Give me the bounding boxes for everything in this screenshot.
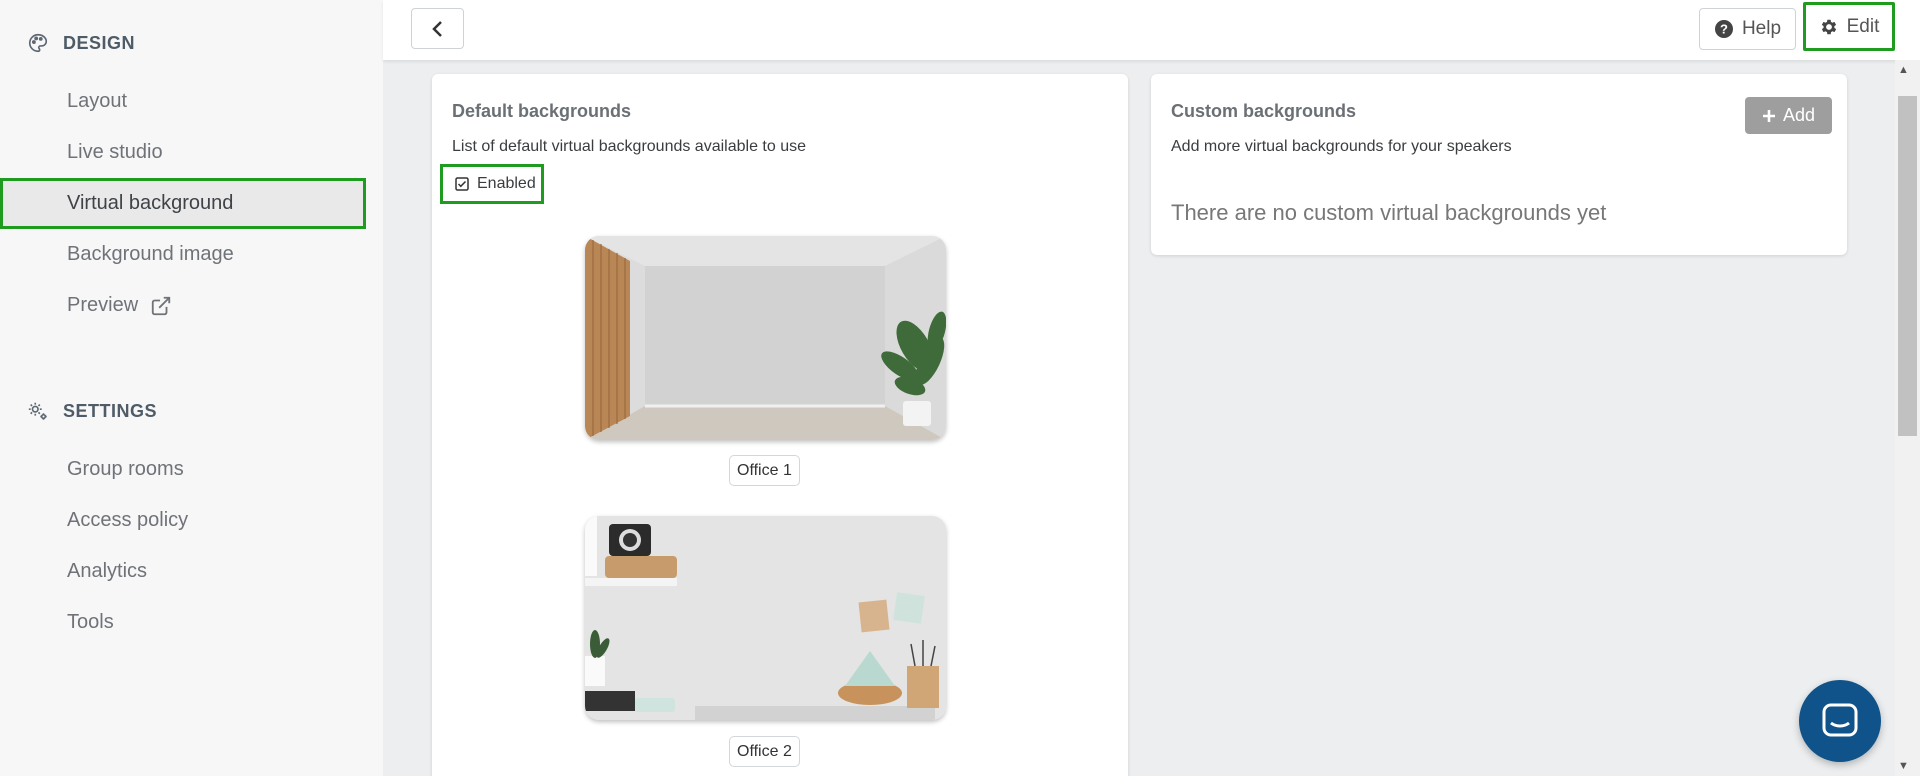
gear-icon bbox=[1821, 19, 1836, 34]
custom-backgrounds-empty-state: There are no custom virtual backgrounds … bbox=[1171, 200, 1607, 225]
external-link-icon bbox=[151, 296, 171, 315]
sidebar-item-live-studio[interactable]: Live studio bbox=[0, 127, 366, 178]
office-1-thumbnail[interactable] bbox=[585, 236, 946, 440]
sidebar-item-label: Analytics bbox=[67, 560, 148, 582]
plus-icon bbox=[1762, 109, 1775, 122]
custom-backgrounds-card: Custom backgrounds Add Add more virtual … bbox=[1151, 74, 1847, 255]
custom-backgrounds-title: Custom backgrounds bbox=[1171, 101, 1357, 121]
office-1-image bbox=[585, 236, 946, 440]
sidebar-item-label: Preview bbox=[67, 294, 139, 316]
top-bar: ? Help Edit bbox=[383, 0, 1920, 60]
enabled-checkbox-label: Enabled bbox=[477, 175, 536, 192]
chevron-left-icon bbox=[431, 20, 442, 37]
enabled-checkbox[interactable]: Enabled bbox=[440, 164, 544, 204]
add-custom-background-button[interactable]: Add bbox=[1745, 97, 1832, 134]
sidebar-item-label: Background image bbox=[67, 243, 234, 265]
office-2-thumbnail[interactable] bbox=[585, 516, 946, 720]
design-section-heading: DESIGN bbox=[27, 32, 135, 54]
scroll-down-arrow-icon[interactable]: ▼ bbox=[1898, 760, 1909, 772]
help-button[interactable]: ? Help bbox=[1699, 8, 1796, 50]
back-button[interactable] bbox=[411, 8, 464, 49]
sidebar-item-preview[interactable]: Preview bbox=[0, 280, 366, 331]
default-backgrounds-description: List of default virtual backgrounds avai… bbox=[452, 138, 806, 155]
sidebar-item-access-policy[interactable]: Access policy bbox=[0, 495, 366, 546]
design-heading-label: DESIGN bbox=[63, 32, 136, 53]
office-2-image bbox=[585, 516, 946, 720]
sidebar-item-label: Access policy bbox=[67, 509, 189, 531]
edit-button[interactable]: Edit bbox=[1803, 2, 1895, 51]
office-1-label: Office 1 bbox=[729, 455, 800, 486]
sidebar-item-label: Group rooms bbox=[67, 458, 184, 480]
scrollbar-thumb[interactable] bbox=[1898, 96, 1917, 436]
settings-heading-label: SETTINGS bbox=[63, 400, 158, 421]
chat-icon bbox=[1822, 703, 1858, 737]
sidebar-item-label: Virtual background bbox=[67, 192, 234, 214]
office-2-label: Office 2 bbox=[729, 736, 800, 767]
sidebar-item-group-rooms[interactable]: Group rooms bbox=[0, 444, 366, 495]
default-backgrounds-title: Default backgrounds bbox=[452, 101, 632, 121]
default-backgrounds-card: Default backgrounds List of default virt… bbox=[432, 74, 1128, 776]
settings-gears-icon bbox=[28, 402, 47, 420]
settings-section-heading: SETTINGS bbox=[27, 400, 157, 422]
edit-button-label: Edit bbox=[1846, 15, 1880, 37]
help-circle-icon: ? bbox=[1714, 20, 1733, 38]
custom-backgrounds-description: Add more virtual backgrounds for your sp… bbox=[1171, 138, 1512, 155]
sidebar-item-label: Tools bbox=[67, 611, 114, 633]
sidebar-item-layout[interactable]: Layout bbox=[0, 76, 366, 127]
chat-launcher-button[interactable] bbox=[1799, 680, 1881, 762]
add-button-label: Add bbox=[1782, 105, 1816, 125]
help-button-label: Help bbox=[1741, 18, 1782, 39]
sidebar-item-virtual-background[interactable]: Virtual background bbox=[0, 178, 366, 229]
scroll-up-arrow-icon[interactable]: ▲ bbox=[1898, 64, 1909, 76]
svg-text:?: ? bbox=[1720, 22, 1728, 37]
sidebar: DESIGN Layout Live studio Virtual backgr… bbox=[0, 0, 383, 776]
sidebar-item-label: Layout bbox=[67, 90, 128, 112]
sidebar-item-tools[interactable]: Tools bbox=[0, 597, 366, 648]
palette-icon bbox=[29, 33, 48, 53]
checkbox-checked-icon bbox=[455, 177, 469, 191]
sidebar-item-background-image[interactable]: Background image bbox=[0, 229, 366, 280]
sidebar-item-label: Live studio bbox=[67, 141, 163, 163]
sidebar-item-analytics[interactable]: Analytics bbox=[0, 546, 366, 597]
